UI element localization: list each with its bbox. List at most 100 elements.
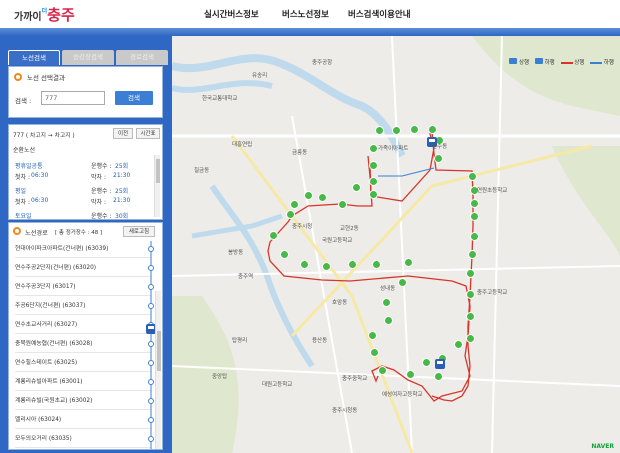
map-label: 연수동: [432, 144, 448, 150]
tab-route-search[interactable]: 노선검색: [8, 50, 60, 65]
bus-stop-marker[interactable]: [468, 250, 477, 259]
schedule-first: 06:30: [31, 172, 49, 179]
orange-ring-icon: [14, 73, 22, 81]
bus-stop-marker[interactable]: [404, 258, 413, 267]
map-label: 한국교통대학교: [202, 96, 238, 102]
timetable-button[interactable]: 시간표: [136, 128, 160, 139]
nav-bus-route[interactable]: 버스노선정보: [282, 8, 329, 20]
scrollbar-thumb[interactable]: [156, 159, 160, 183]
list-item[interactable]: 충북원예농협(건너편) (63028): [15, 336, 151, 353]
bus-stop-marker[interactable]: [434, 154, 443, 163]
bus-stop-marker[interactable]: [300, 260, 309, 269]
bus-stop-marker[interactable]: [348, 260, 357, 269]
list-item[interactable]: 현대아이파크아파트(건너편) (63039): [15, 241, 151, 258]
refresh-button[interactable]: 새로고침: [123, 226, 155, 237]
tab-path-search[interactable]: 경로검색: [116, 50, 168, 65]
map-label: 충주시청: [292, 224, 313, 230]
bus-stop-marker[interactable]: [269, 231, 278, 240]
map-label: 중앙탑: [212, 374, 228, 380]
bus-stop-marker[interactable]: [290, 200, 299, 209]
bus-stop-marker[interactable]: [428, 125, 437, 134]
list-item[interactable]: 계룡리슈빌아파트 (63001): [15, 374, 151, 391]
bus-stop-marker[interactable]: [398, 278, 407, 287]
map-label: 용산동: [312, 338, 328, 344]
search-button[interactable]: 검색: [115, 91, 153, 105]
stop-list-scrollbar[interactable]: [155, 291, 161, 449]
map-label: 연원초등학교: [477, 188, 508, 194]
bus-stop-marker[interactable]: [470, 232, 479, 241]
bus-stop-marker[interactable]: [286, 210, 295, 219]
scrollbar-thumb[interactable]: [157, 331, 161, 371]
bus-stop-marker[interactable]: [422, 358, 431, 367]
list-item[interactable]: 연수주공2단지(건너편) (63020): [15, 260, 151, 277]
bus-stop-marker[interactable]: [322, 262, 331, 271]
map-label: 예성여자고등학교: [382, 392, 423, 398]
prev-button[interactable]: 이전: [113, 128, 133, 139]
bus-stop-marker[interactable]: [372, 260, 381, 269]
bus-stop-marker[interactable]: [468, 172, 477, 181]
bus-stop-marker[interactable]: [384, 316, 393, 325]
bus-stop-marker[interactable]: [370, 348, 379, 357]
bus-stop-marker[interactable]: [466, 290, 475, 299]
list-item[interactable]: 연수주공3단지 (63017): [15, 279, 151, 296]
bus-stop-marker[interactable]: [392, 126, 401, 135]
map-view[interactable]: 상행 하행 상행 하행 유송리 한국교통대학교 충주공항 가족이아파트 연수동 …: [172, 36, 620, 453]
list-item[interactable]: 계룡리슈빌(국원초교) (63002): [15, 393, 151, 410]
bus-position-icon[interactable]: [434, 358, 446, 370]
bus-stop-marker[interactable]: [382, 298, 391, 307]
legend-up: 상행: [519, 60, 530, 66]
schedule-scrollbar[interactable]: [154, 155, 160, 217]
bus-stop-marker[interactable]: [466, 334, 475, 343]
search-label: 검색 :: [15, 97, 32, 105]
bus-stop-marker[interactable]: [318, 193, 327, 202]
list-item[interactable]: 모두의오거리 (63035): [15, 431, 151, 448]
bus-stop-marker[interactable]: [378, 366, 387, 375]
stop-list: 현대아이파크아파트(건너편) (63039) 연수주공2단지(건너편) (630…: [9, 241, 162, 449]
map-label: 탑평리: [232, 338, 248, 344]
map-label: 충주시청동: [332, 408, 358, 414]
schedule-count: 25회: [115, 188, 129, 195]
bus-stop-marker[interactable]: [466, 269, 475, 278]
top-strip: [0, 28, 620, 36]
bus-stop-marker[interactable]: [470, 212, 479, 221]
list-item[interactable]: 주공6단지(건너편) (63037): [15, 298, 151, 315]
logo[interactable]: 가까이더충주: [14, 4, 75, 25]
bus-stop-marker[interactable]: [352, 183, 361, 192]
bus-stop-marker[interactable]: [466, 312, 475, 321]
bus-stop-marker[interactable]: [338, 200, 347, 209]
map-label: 금릉동: [292, 150, 308, 156]
bus-stop-marker[interactable]: [369, 177, 378, 186]
orange-ring-icon: [13, 227, 21, 235]
bus-stop-marker[interactable]: [368, 331, 377, 340]
schedule-count: 25회: [115, 163, 129, 170]
map-label: 성내동: [380, 286, 396, 292]
list-item[interactable]: 연수힐스테이트 (63025): [15, 355, 151, 372]
bus-stop-marker[interactable]: [406, 370, 415, 379]
schedule-first: 06:30: [31, 197, 49, 204]
nav-realtime-bus[interactable]: 실시간버스정보: [204, 8, 259, 20]
bus-stop-marker[interactable]: [304, 191, 313, 200]
bus-stop-marker[interactable]: [280, 250, 289, 259]
legend-down: 하행: [544, 60, 555, 66]
schedule-last: 21:30: [113, 197, 131, 204]
up-line-swatch: [560, 61, 573, 64]
bus-stop-marker[interactable]: [410, 125, 419, 134]
bus-stop-marker[interactable]: [470, 199, 479, 208]
stop-count: [ 총 정거장수 : 48 ]: [55, 230, 103, 236]
list-item[interactable]: 연수초교사거리 (63027): [15, 317, 151, 334]
bus-stop-marker[interactable]: [375, 126, 384, 135]
schedule-last-label: 막차 :: [91, 174, 106, 181]
bus-stop-marker[interactable]: [369, 144, 378, 153]
sidebar: 노선검색 승강장검색 경로검색 노선 선택결과 검색 : 777 검색 777 …: [0, 36, 172, 453]
bus-stop-marker[interactable]: [369, 190, 378, 199]
bus-stop-marker[interactable]: [434, 372, 443, 381]
nav-search-guide[interactable]: 버스검색이용안내: [348, 8, 411, 20]
list-item[interactable]: 엘리시아 (63024): [15, 412, 151, 429]
bus-stop-marker[interactable]: [454, 340, 463, 349]
map-label: 가족이아파트: [378, 146, 409, 152]
route-summary: 777 ( 차고지 → 차고지 ): [13, 133, 75, 139]
route-search-input[interactable]: 777: [41, 91, 105, 105]
bus-stop-marker[interactable]: [369, 161, 378, 170]
schedule-first-label: 첫차 :: [15, 199, 30, 206]
tab-stop-search[interactable]: 승강장검색: [62, 50, 114, 65]
